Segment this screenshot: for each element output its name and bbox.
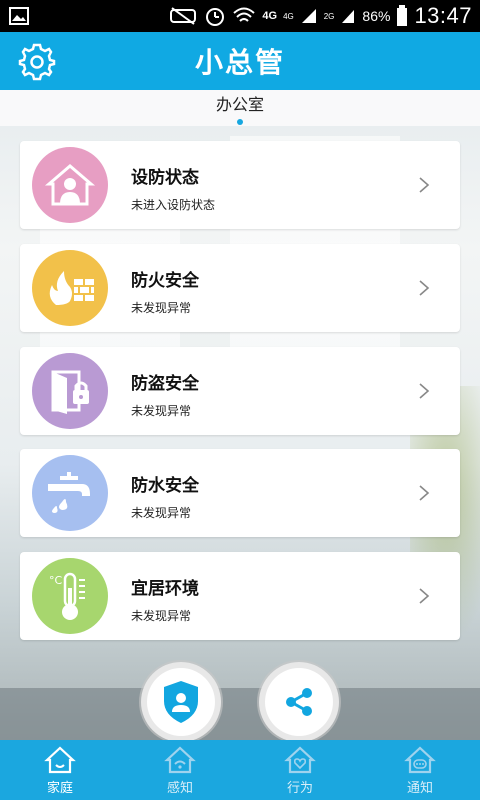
house-person-icon — [44, 164, 96, 206]
card-icon-circle — [32, 455, 108, 531]
svg-text:°C: °C — [49, 574, 63, 587]
card-status: 未发现异常 — [131, 301, 192, 315]
location-selector[interactable]: 办公室 — [0, 90, 480, 126]
chevron-right-icon — [419, 177, 430, 193]
wifi-icon — [232, 6, 256, 26]
clock: 13:47 — [414, 3, 472, 28]
card-title: 宜居环境 — [131, 579, 199, 599]
image-icon — [8, 6, 30, 26]
card-title: 防火安全 — [131, 271, 199, 291]
chevron-right-icon — [419, 588, 430, 604]
card-status: 未发现异常 — [131, 404, 192, 418]
bottom-nav: 家庭 感知 行为 通知 — [0, 740, 480, 800]
mute-icon — [168, 6, 198, 26]
card-title: 防盗安全 — [131, 374, 199, 394]
network-type-label-tertiary: 2G — [323, 11, 335, 21]
battery-icon — [396, 5, 408, 27]
card-water-safety[interactable]: 防水安全 未发现异常 — [20, 449, 460, 537]
app-header: 小总管 — [0, 32, 480, 90]
chevron-right-icon — [419, 485, 430, 501]
card-icon-circle: °C — [32, 558, 108, 634]
signal-icon-secondary — [340, 7, 356, 25]
chevron-right-icon — [419, 280, 430, 296]
heart-house-icon — [284, 746, 316, 773]
tab-label: 行为 — [286, 780, 313, 796]
share-icon — [286, 688, 312, 716]
card-arming-status[interactable]: 设防状态 未进入设防状态 — [20, 141, 460, 229]
card-status: 未进入设防状态 — [131, 198, 216, 212]
tab-notify[interactable]: 通知 — [360, 740, 480, 800]
floor-decoration — [0, 688, 480, 740]
tab-label: 感知 — [166, 780, 193, 796]
tab-sense[interactable]: 感知 — [120, 740, 240, 800]
notify-icon — [404, 746, 436, 773]
shield-person-icon — [164, 681, 198, 723]
card-title: 防水安全 — [131, 476, 199, 496]
card-icon-circle — [32, 353, 108, 429]
tab-behavior[interactable]: 行为 — [240, 740, 360, 800]
thermometer-icon: °C — [49, 572, 85, 620]
card-living-environment[interactable]: °C 宜居环境 未发现异常 — [20, 552, 460, 640]
settings-button[interactable] — [18, 43, 56, 81]
share-button[interactable] — [259, 662, 339, 742]
signal-icon — [300, 7, 318, 25]
card-title: 设防状态 — [131, 168, 199, 188]
tab-home[interactable]: 家庭 — [0, 740, 120, 800]
card-icon-circle — [32, 147, 108, 223]
page-title: 小总管 — [194, 46, 285, 79]
sense-icon — [164, 746, 196, 773]
tab-label: 通知 — [406, 780, 433, 796]
fire-icon — [49, 271, 94, 305]
chevron-right-icon — [419, 383, 430, 399]
card-fire-safety[interactable]: 防火安全 未发现异常 — [20, 244, 460, 332]
water-tap-icon — [48, 472, 90, 513]
card-icon-circle — [32, 250, 108, 326]
gear-icon — [18, 43, 56, 81]
card-theft-safety[interactable]: 防盗安全 未发现异常 — [20, 347, 460, 435]
page-indicator-dot — [237, 119, 243, 125]
network-type-label: 4G — [262, 10, 278, 22]
status-bar: 4G 4G 2G 86% 13:47 — [0, 0, 480, 32]
card-status: 未发现异常 — [131, 506, 192, 520]
network-type-label-secondary: 4G — [283, 11, 294, 21]
battery-percent: 86% — [362, 8, 391, 24]
tab-label: 家庭 — [46, 780, 73, 796]
arm-mode-button[interactable] — [141, 662, 221, 742]
location-label: 办公室 — [215, 95, 264, 114]
home-icon — [44, 746, 76, 773]
alarm-icon — [204, 5, 226, 27]
door-lock-icon — [51, 370, 89, 414]
card-status: 未发现异常 — [131, 609, 192, 623]
